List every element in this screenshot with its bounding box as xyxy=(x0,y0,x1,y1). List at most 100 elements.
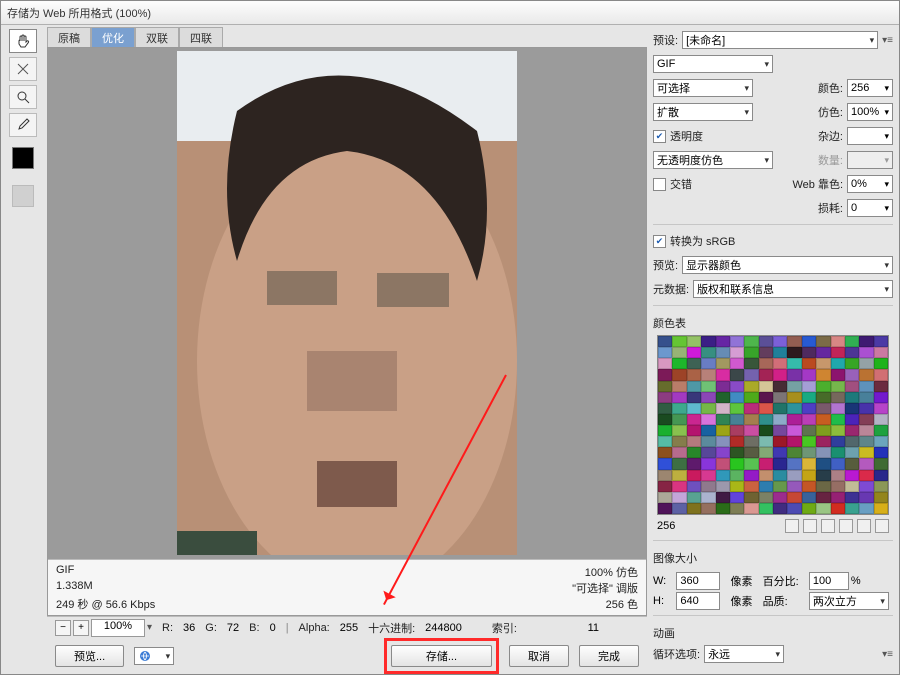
info-time: 249 秒 @ 56.6 Kbps xyxy=(56,596,155,612)
colors-label: 颜色: xyxy=(818,80,843,96)
color-table-count: 256 xyxy=(657,520,675,532)
browser-preview-select[interactable]: ▾ xyxy=(134,647,174,665)
preset-label: 预设: xyxy=(653,32,678,48)
b-label: B: xyxy=(249,622,259,634)
px-label-2: 像素 xyxy=(731,593,757,609)
ct-lock-icon[interactable] xyxy=(839,519,853,533)
hand-tool[interactable] xyxy=(9,29,37,53)
dialog-body: 原稿 优化 双联 四联 xyxy=(1,25,899,674)
g-value: 72 xyxy=(227,622,239,634)
metadata-select[interactable]: 版权和联系信息▾ xyxy=(693,280,893,298)
preview-info: GIF 100% 仿色 1.338M "可选择" 调版 249 秒 @ 56.6… xyxy=(48,559,646,615)
transparency-checkbox[interactable]: ✔ xyxy=(653,130,666,143)
px-label-1: 像素 xyxy=(731,573,757,589)
info-dither: 100% 仿色 xyxy=(585,564,638,580)
ct-icon-2[interactable] xyxy=(803,519,817,533)
percent-label: 百分比: xyxy=(763,573,803,589)
srgb-checkbox[interactable]: ✔ xyxy=(653,235,666,248)
amount-label: 数量: xyxy=(818,152,843,168)
preview-label: 预览: xyxy=(653,257,678,273)
tab-original[interactable]: 原稿 xyxy=(47,27,91,47)
width-label: W: xyxy=(653,575,670,587)
chevron-down-icon[interactable]: ▾ xyxy=(147,622,152,633)
dither-input[interactable]: 100%▾ xyxy=(847,103,893,121)
index-value: 11 xyxy=(588,622,599,634)
zoom-control[interactable]: − + 100% ▾ xyxy=(55,619,152,637)
canvas-viewport[interactable] xyxy=(54,51,640,555)
slice-tool[interactable] xyxy=(9,57,37,81)
cancel-button[interactable]: 取消 xyxy=(509,645,569,667)
loop-label: 循环选项: xyxy=(653,646,700,662)
bottom-bar: − + 100% ▾ R: 36 G: 72 B: 0 | Alpha: 255… xyxy=(47,616,647,674)
zoom-in-icon[interactable]: + xyxy=(73,620,89,636)
alpha-label: Alpha: xyxy=(299,622,330,634)
matte-label: 杂边: xyxy=(818,128,843,144)
b-value: 0 xyxy=(270,622,276,634)
preview-select[interactable]: 显示器颜色▾ xyxy=(682,256,893,274)
anim-menu-icon[interactable]: ▾≡ xyxy=(882,649,893,660)
matte-select[interactable]: ▾ xyxy=(847,127,893,145)
preview-image[interactable] xyxy=(177,51,517,555)
zoom-tool[interactable] xyxy=(9,85,37,109)
color-table[interactable] xyxy=(657,335,889,515)
info-format: GIF xyxy=(56,564,74,580)
preset-select[interactable]: [未命名]▾ xyxy=(682,31,878,49)
quality-label: 品质: xyxy=(763,593,803,609)
height-label: H: xyxy=(653,595,670,607)
loop-select[interactable]: 永远▾ xyxy=(704,645,784,663)
animation-title: 动画 xyxy=(653,625,893,641)
no-trans-dither-select[interactable]: 无透明度仿色▾ xyxy=(653,151,773,169)
info-palette: "可选择" 调版 xyxy=(572,580,638,596)
transparency-label: 透明度 xyxy=(670,128,703,144)
interlace-checkbox[interactable] xyxy=(653,178,666,191)
ct-icon-1[interactable] xyxy=(785,519,799,533)
preview-button[interactable]: 预览... xyxy=(55,645,124,667)
amount-input: ▾ xyxy=(847,151,893,169)
titlebar[interactable]: 存储为 Web 所用格式 (100%) xyxy=(1,1,899,25)
info-colors: 256 色 xyxy=(606,596,638,612)
image-size-title: 图像大小 xyxy=(653,550,893,566)
panel-menu-icon[interactable]: ▾≡ xyxy=(882,35,893,46)
ct-icon-3[interactable] xyxy=(821,519,835,533)
lossy-input[interactable]: 0▾ xyxy=(847,199,893,217)
toggle-slices-icon[interactable] xyxy=(12,185,34,207)
srgb-label: 转换为 sRGB xyxy=(670,233,735,249)
websnap-label: Web 靠色: xyxy=(792,176,843,192)
eyedropper-color-swatch[interactable] xyxy=(12,147,34,169)
dither-method-select[interactable]: 扩散▾ xyxy=(653,103,753,121)
center-panel: 原稿 优化 双联 四联 xyxy=(45,25,649,674)
zoom-input[interactable]: 100% xyxy=(91,619,145,637)
info-size: 1.338M xyxy=(56,580,93,596)
metadata-label: 元数据: xyxy=(653,281,689,297)
colors-input[interactable]: 256▾ xyxy=(847,79,893,97)
zoom-out-icon[interactable]: − xyxy=(55,620,71,636)
interlace-label: 交错 xyxy=(670,176,692,192)
quality-select[interactable]: 两次立方▾ xyxy=(809,592,889,610)
g-label: G: xyxy=(205,622,217,634)
percent-input[interactable] xyxy=(809,572,849,590)
ct-new-icon[interactable] xyxy=(857,519,871,533)
save-for-web-dialog: 存储为 Web 所用格式 (100%) 原稿 优化 双联 四联 xyxy=(0,0,900,675)
tab-optimized[interactable]: 优化 xyxy=(91,27,135,47)
save-button[interactable]: 存储... xyxy=(391,645,492,667)
width-input[interactable] xyxy=(676,572,720,590)
tab-4up[interactable]: 四联 xyxy=(179,27,223,47)
alpha-value: 255 xyxy=(340,622,358,634)
ct-trash-icon[interactable] xyxy=(875,519,889,533)
eyedropper-tool[interactable] xyxy=(9,113,37,137)
done-button[interactable]: 完成 xyxy=(579,645,639,667)
tool-column xyxy=(1,25,45,674)
hex-value: 244800 xyxy=(425,622,462,634)
websnap-input[interactable]: 0%▾ xyxy=(847,175,893,193)
lossy-label: 损耗: xyxy=(818,200,843,216)
height-input[interactable] xyxy=(676,592,720,610)
settings-panel: 预设: [未命名]▾ ▾≡ GIF▾ 可选择▾ 颜色: 256▾ 扩散▾ 仿色:… xyxy=(649,25,899,674)
annotation-highlight: 存储... xyxy=(384,638,499,674)
window-title: 存储为 Web 所用格式 (100%) xyxy=(7,5,151,21)
reduction-select[interactable]: 可选择▾ xyxy=(653,79,753,97)
tab-2up[interactable]: 双联 xyxy=(135,27,179,47)
index-label: 索引: xyxy=(492,620,517,636)
hex-label: 十六进制: xyxy=(368,620,415,636)
r-value: 36 xyxy=(183,622,195,634)
format-select[interactable]: GIF▾ xyxy=(653,55,773,73)
